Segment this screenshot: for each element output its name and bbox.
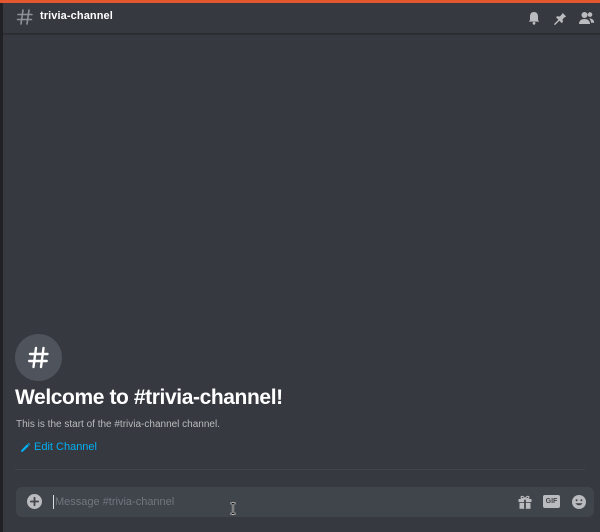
members-icon[interactable] xyxy=(578,10,595,26)
pencil-icon xyxy=(21,442,31,452)
bell-icon[interactable] xyxy=(526,10,542,26)
gift-icon[interactable] xyxy=(517,494,533,515)
pin-icon[interactable] xyxy=(552,10,568,26)
welcome-subtitle: This is the start of the #trivia-channel… xyxy=(16,419,220,430)
channel-title: trivia-channel xyxy=(40,10,113,22)
hash-icon xyxy=(15,7,35,27)
hash-avatar-icon xyxy=(28,346,49,369)
left-edge-border xyxy=(0,3,3,532)
gif-icon[interactable]: GIF xyxy=(543,495,560,508)
edit-channel-label: Edit Channel xyxy=(34,441,97,453)
message-composer: GIF xyxy=(16,487,594,517)
ibeam-cursor-icon xyxy=(229,501,237,520)
message-input[interactable] xyxy=(53,493,485,511)
edit-channel-link[interactable]: Edit Channel xyxy=(19,441,97,453)
divider xyxy=(15,469,585,470)
welcome-title: Welcome to #trivia-channel! xyxy=(15,386,283,409)
plus-circle-icon[interactable] xyxy=(27,494,42,509)
channel-hash-avatar xyxy=(15,334,62,381)
emoji-icon[interactable] xyxy=(571,494,587,515)
channel-header: trivia-channel xyxy=(3,3,600,34)
